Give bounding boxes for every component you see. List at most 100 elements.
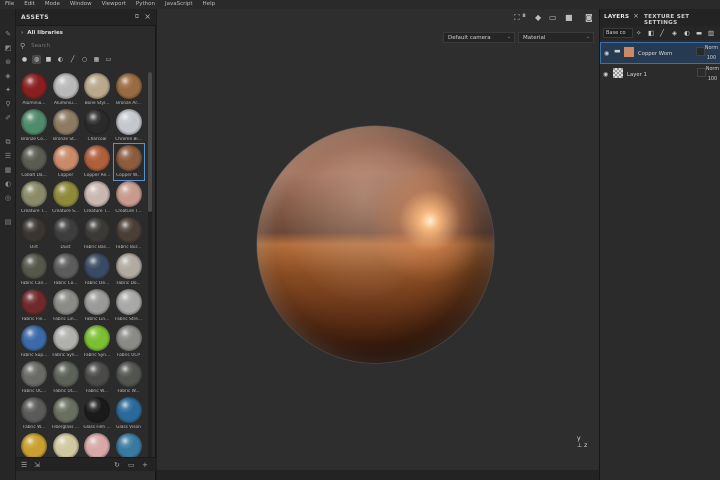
layer-opacity[interactable]: 100 (708, 77, 717, 82)
asset-item[interactable]: Fabric UC... (51, 360, 81, 396)
asset-item[interactable]: Bronze Ar... (114, 72, 144, 108)
asset-item[interactable]: Creature T... (19, 180, 49, 216)
asset-item[interactable]: Dirt (19, 216, 49, 252)
library-selector[interactable]: › All libraries (21, 30, 63, 36)
asset-item[interactable]: Fabric Co... (51, 252, 81, 288)
blend-mode[interactable]: Norm (706, 67, 719, 72)
asset-item[interactable]: Fabric UC... (19, 360, 49, 396)
layer-mask[interactable] (696, 47, 705, 56)
undock-icon[interactable]: ⧉ (135, 13, 139, 21)
asset-item[interactable]: Chrome Bl... (114, 108, 144, 144)
filter-masks-icon[interactable]: ◐ (56, 55, 65, 64)
texture-set-icon[interactable]: ▦ (3, 165, 13, 175)
camera-dropdown[interactable]: Default camera ⌄ (443, 32, 515, 43)
folder-icon[interactable]: ▭ (128, 461, 135, 469)
asset-item[interactable]: Glass Film ... (82, 396, 112, 432)
filter-brushes-icon[interactable]: ╱ (68, 55, 77, 64)
display-settings-icon[interactable]: ◐ (3, 179, 13, 189)
refresh-icon[interactable]: ↻ (114, 461, 120, 469)
channel-select[interactable]: Base co (603, 28, 633, 38)
asset-item[interactable]: Fabric Fle... (19, 288, 49, 324)
asset-item[interactable]: Cobalt Da... (19, 144, 49, 180)
projection-icon[interactable]: ⊛ (3, 57, 13, 67)
asset-item[interactable]: Fabric W... (114, 360, 144, 396)
filter-list-icon[interactable]: ☰ (21, 461, 27, 469)
layers-panel-icon[interactable]: ☰ (3, 151, 13, 161)
filter-smart-materials-icon[interactable]: ■ (44, 55, 53, 64)
layer-name[interactable]: Layer 1 (627, 72, 647, 78)
screenshot-icon[interactable]: ◙ (585, 13, 593, 22)
asset-item[interactable]: Copper (51, 144, 81, 180)
asset-item[interactable]: Fabric Lin... (82, 288, 112, 324)
close-icon[interactable]: × (144, 12, 151, 21)
add-smart-material-icon[interactable]: ◐ (684, 29, 690, 37)
asset-scrollbar[interactable] (148, 72, 152, 464)
menu-file[interactable]: File (0, 0, 19, 9)
import-icon[interactable]: ⇲ (34, 461, 40, 469)
asset-item[interactable]: Dust (51, 216, 81, 252)
asset-item[interactable]: Fabric De... (82, 252, 112, 288)
asset-item[interactable]: Bronze St... (51, 108, 81, 144)
close-icon[interactable]: × (633, 12, 639, 20)
asset-item[interactable]: Creature T... (82, 180, 112, 216)
preview-sphere[interactable] (257, 126, 494, 363)
asset-item[interactable]: Fiberglass ... (51, 396, 81, 432)
scrollbar-thumb[interactable] (148, 72, 152, 212)
add-icon[interactable]: + (142, 461, 148, 469)
asset-item[interactable]: Aluminiu... (19, 72, 49, 108)
asset-item[interactable]: Glass Vison (114, 396, 144, 432)
asset-item[interactable]: Fabric W... (19, 396, 49, 432)
layer-row-copper-worn[interactable]: ◉ ▬ Copper Worn Norm 100 (600, 42, 720, 64)
video-camera-icon[interactable]: ■ (565, 13, 573, 22)
asset-item[interactable]: Bronze Co... (19, 108, 49, 144)
add-effect-icon[interactable]: ✧ (636, 29, 641, 37)
asset-item[interactable]: Fabric Do... (114, 252, 144, 288)
menu-window[interactable]: Window (65, 0, 97, 9)
visibility-eye-icon[interactable]: ◉ (603, 71, 608, 78)
tab-layers[interactable]: LAYERS (604, 14, 629, 20)
asset-item[interactable]: Bone Styl... (82, 72, 112, 108)
asset-item[interactable]: Creature S... (51, 180, 81, 216)
asset-item[interactable]: Copper Re... (82, 144, 112, 180)
eraser-icon[interactable]: ◩ (3, 43, 13, 53)
viewport-mode-icon[interactable]: ▭ (549, 13, 557, 22)
geometry-fill-icon[interactable]: ◈ (3, 71, 13, 81)
search-bar[interactable]: ⚲ (20, 41, 150, 51)
filter-materials-icon[interactable]: ◍ (32, 54, 41, 64)
add-paint-layer-icon[interactable]: ╱ (660, 29, 664, 37)
asset-item[interactable]: Fabric Stre... (114, 288, 144, 324)
asset-item[interactable]: Fabric Lin... (51, 288, 81, 324)
menu-help[interactable]: Help (198, 0, 221, 9)
paint-brush-icon[interactable]: ✎ (3, 29, 13, 39)
add-fill-layer-icon[interactable]: ◈ (672, 29, 677, 37)
asset-item[interactable]: Aluminiu... (51, 72, 81, 108)
delete-icon[interactable]: ▥ (708, 29, 714, 37)
asset-item[interactable]: Fabric Sup... (19, 324, 49, 360)
blend-mode[interactable]: Norm (705, 46, 718, 51)
color-picker-icon[interactable]: ✐ (3, 113, 13, 123)
layer-opacity[interactable]: 100 (707, 56, 716, 61)
visibility-eye-icon[interactable]: ◉ (604, 50, 609, 57)
camera-snap-icon[interactable]: ⛶ (514, 13, 520, 23)
assets-panel-icon[interactable]: ⧉ (3, 137, 13, 147)
asset-item[interactable]: Creature T... (114, 180, 144, 216)
menu-edit[interactable]: Edit (19, 0, 40, 9)
asset-item[interactable]: Fabric Syn... (82, 324, 112, 360)
search-input[interactable] (31, 43, 142, 49)
add-mask-icon[interactable]: ◧ (648, 29, 654, 37)
filter-textures-icon[interactable]: ▦ (92, 55, 101, 64)
filter-particles-icon[interactable]: ○ (80, 55, 89, 64)
layer-row-layer-1[interactable]: ◉ Layer 1 Norm 100 (600, 64, 720, 86)
log-icon[interactable]: ▤ (3, 217, 13, 227)
viewport-3d[interactable]: ⛶ ⏸ ◆ ▭ ■ ◙ Default camera ⌄ Material ⌄ … (157, 9, 599, 470)
filter-environment-icon[interactable]: ▭ (104, 55, 113, 64)
clone-icon[interactable]: ⚲ (3, 99, 13, 109)
menu-mode[interactable]: Mode (40, 0, 65, 9)
asset-item[interactable]: Fabric UCP (114, 324, 144, 360)
asset-item[interactable]: Charcoal (82, 108, 112, 144)
asset-item[interactable]: Fabric Bur... (114, 216, 144, 252)
asset-item[interactable]: Fabric W... (82, 360, 112, 396)
smudge-icon[interactable]: ✦ (3, 85, 13, 95)
asset-item[interactable]: Copper W... (112, 143, 145, 181)
filter-all-icon[interactable]: ● (20, 55, 29, 64)
